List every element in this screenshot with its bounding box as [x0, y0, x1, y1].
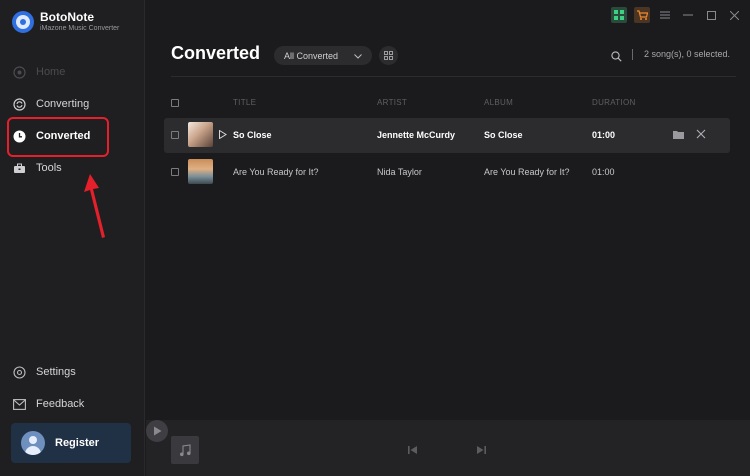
separator — [632, 49, 633, 60]
avatar — [21, 431, 45, 455]
home-icon — [12, 65, 26, 79]
song-duration: 01:00 — [592, 130, 616, 140]
sidebar-item-tools[interactable]: Tools — [12, 158, 62, 178]
selection-status: 2 song(s), 0 selected. — [644, 49, 731, 59]
sidebar-item-label: Feedback — [36, 398, 85, 410]
song-album: Are You Ready for It? — [484, 167, 570, 177]
table-row[interactable]: So Close Jennette McCurdy So Close 01:00 — [164, 118, 730, 153]
grid-view-icon — [384, 47, 393, 65]
column-title: TITLE — [233, 98, 257, 107]
row-checkbox[interactable] — [171, 131, 179, 139]
annotation-highlight-box — [7, 117, 109, 157]
app-name: BotoNote — [40, 10, 94, 24]
next-icon[interactable] — [476, 442, 486, 460]
song-album: So Close — [484, 130, 523, 140]
sidebar-item-label: Tools — [36, 162, 62, 174]
window-controls — [604, 7, 742, 23]
toolbox-icon — [12, 161, 26, 175]
table-row[interactable]: Are You Ready for It? Nida Taylor Are Yo… — [164, 155, 730, 190]
column-duration: DURATION — [592, 98, 636, 107]
album-art — [188, 122, 213, 147]
sidebar-item-label: Home — [36, 66, 66, 78]
menu-icon[interactable] — [657, 7, 673, 23]
filter-dropdown[interactable]: All Converted — [274, 46, 372, 65]
play-button[interactable] — [146, 420, 168, 442]
sidebar: BotoNote iMazone Music Converter Home Co… — [0, 0, 145, 476]
converting-icon — [12, 97, 26, 111]
cart-icon[interactable] — [634, 7, 650, 23]
sidebar-item-home[interactable]: Home — [12, 62, 65, 82]
minimize-icon[interactable] — [680, 7, 696, 23]
close-icon[interactable] — [696, 129, 706, 141]
sidebar-item-label: Converting — [36, 98, 90, 110]
play-icon[interactable] — [219, 129, 227, 141]
sidebar-item-converting[interactable]: Converting — [12, 94, 89, 114]
select-all-checkbox[interactable] — [171, 99, 179, 107]
song-duration: 01:00 — [592, 167, 615, 177]
main-panel: Converted All Converted 2 song(s), 0 sel… — [146, 0, 750, 476]
sidebar-item-settings[interactable]: Settings — [12, 362, 76, 382]
column-album: ALBUM — [484, 98, 514, 107]
gear-icon — [12, 365, 26, 379]
maximize-icon[interactable] — [703, 7, 719, 23]
row-checkbox[interactable] — [171, 168, 179, 176]
column-artist: ARTIST — [377, 98, 408, 107]
folder-icon[interactable] — [673, 130, 684, 141]
close-icon[interactable] — [726, 7, 742, 23]
song-artist: Jennette McCurdy — [377, 130, 456, 140]
page-title: Converted — [171, 43, 261, 63]
chevron-down-icon — [354, 51, 362, 61]
app-subtitle: iMazone Music Converter — [40, 25, 120, 32]
app-brand: BotoNote iMazone Music Converter — [12, 11, 119, 33]
annotation-arrow-icon — [84, 174, 105, 238]
mail-icon — [12, 397, 26, 411]
sidebar-item-feedback[interactable]: Feedback — [12, 394, 84, 414]
view-toggle-button[interactable] — [379, 46, 398, 65]
music-note-icon — [171, 436, 199, 464]
register-label: Register — [55, 437, 100, 449]
previous-icon[interactable] — [408, 442, 418, 460]
sidebar-item-label: Settings — [36, 366, 76, 378]
app-logo-icon — [12, 11, 34, 33]
song-title: So Close — [233, 130, 272, 140]
apps-grid-icon[interactable] — [611, 7, 627, 23]
song-artist: Nida Taylor — [377, 167, 422, 177]
filter-value: All Converted — [284, 50, 339, 61]
header-divider — [171, 76, 736, 77]
player-bar — [146, 420, 750, 476]
register-button[interactable]: Register — [11, 423, 131, 463]
search-icon[interactable] — [611, 49, 622, 67]
table-header: TITLE ARTIST ALBUM DURATION — [164, 98, 734, 110]
song-title: Are You Ready for It? — [233, 167, 319, 177]
album-art — [188, 159, 213, 184]
